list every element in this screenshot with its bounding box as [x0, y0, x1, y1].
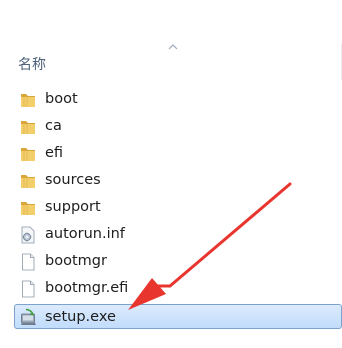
settings-file-icon	[21, 226, 35, 244]
blank-file-icon	[22, 253, 35, 271]
folder-icon	[21, 94, 35, 107]
file-name: support	[45, 199, 101, 215]
folder-icon	[21, 202, 35, 215]
file-row-sources[interactable]: sources	[0, 167, 342, 194]
file-name: boot	[45, 91, 78, 107]
file-name: bootmgr	[45, 253, 107, 269]
name-column-header[interactable]: 名称	[0, 44, 342, 80]
file-row-efi[interactable]: efi	[0, 140, 342, 167]
blank-file-icon	[22, 280, 35, 298]
folder-icon	[21, 148, 35, 161]
file-row-boot[interactable]: boot	[0, 86, 342, 113]
file-name: ca	[45, 118, 62, 134]
name-column-label: 名称	[18, 57, 46, 73]
setup-exe-icon	[21, 308, 36, 325]
file-row-setup-exe[interactable]: setup.exe	[14, 304, 342, 329]
file-list: boot ca efi sources support autorun.inf …	[0, 86, 342, 329]
folder-icon	[21, 121, 35, 134]
file-name: efi	[45, 145, 64, 161]
file-row-ca[interactable]: ca	[0, 113, 342, 140]
file-row-autorun-inf[interactable]: autorun.inf	[0, 221, 342, 248]
folder-icon	[21, 175, 35, 188]
file-row-bootmgr-efi[interactable]: bootmgr.efi	[0, 275, 342, 302]
file-name: autorun.inf	[45, 226, 125, 242]
file-name: sources	[45, 172, 101, 188]
file-row-support[interactable]: support	[0, 194, 342, 221]
file-name: bootmgr.efi	[45, 280, 129, 296]
file-name: setup.exe	[45, 309, 116, 325]
file-row-bootmgr[interactable]: bootmgr	[0, 248, 342, 275]
